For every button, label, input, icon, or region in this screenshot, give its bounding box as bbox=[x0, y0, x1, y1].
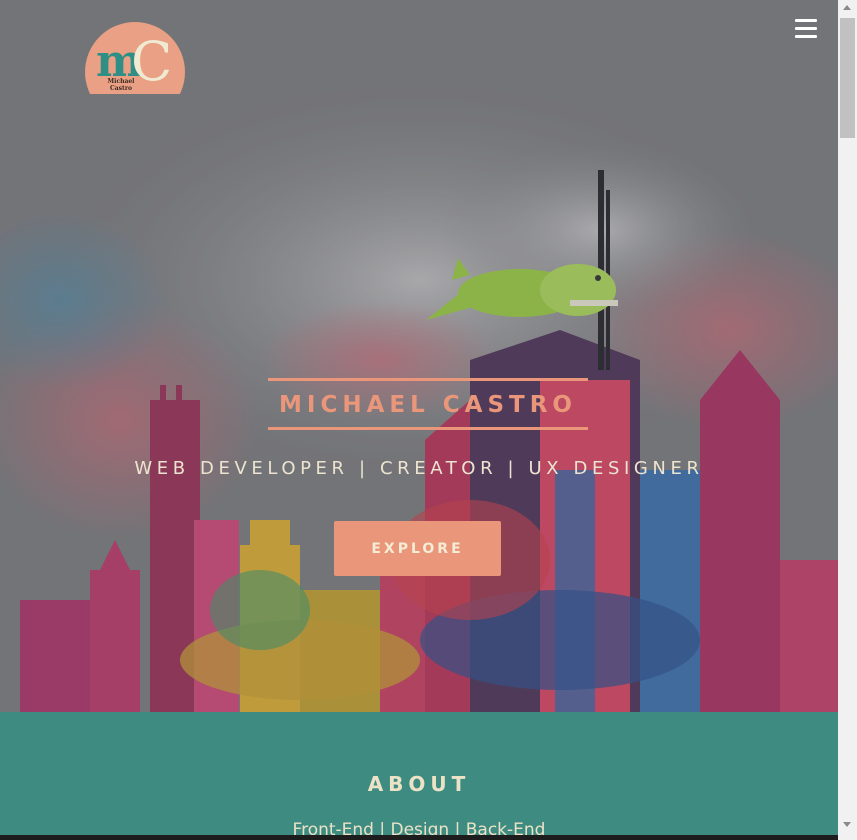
logo-caption: Michael Castro bbox=[107, 78, 135, 92]
scroll-down-arrow-icon[interactable] bbox=[843, 822, 851, 827]
hero-section: m C Michael Castro MICHAEL CASTRO WEB DE… bbox=[0, 0, 838, 712]
vertical-scrollbar[interactable] bbox=[838, 0, 857, 840]
hero-tagline: WEB DEVELOPER | CREATOR | UX DESIGNER bbox=[134, 458, 704, 479]
city-skyline-background bbox=[0, 0, 838, 712]
hamburger-menu-icon[interactable] bbox=[795, 19, 817, 39]
about-heading: ABOUT bbox=[367, 772, 471, 796]
page-viewport: m C Michael Castro MICHAEL CASTRO WEB DE… bbox=[0, 0, 838, 840]
hero-title-block: MICHAEL CASTRO bbox=[268, 378, 588, 430]
about-section: ABOUT Front-End | Design | Back-End bbox=[0, 712, 838, 840]
hero-title: MICHAEL CASTRO bbox=[279, 392, 577, 418]
scrollbar-thumb[interactable] bbox=[840, 18, 855, 138]
bottom-edge-bar bbox=[0, 835, 838, 840]
scroll-up-arrow-icon[interactable] bbox=[843, 5, 851, 10]
site-logo[interactable]: m C Michael Castro bbox=[85, 22, 185, 94]
explore-button[interactable]: EXPLORE bbox=[334, 521, 501, 576]
